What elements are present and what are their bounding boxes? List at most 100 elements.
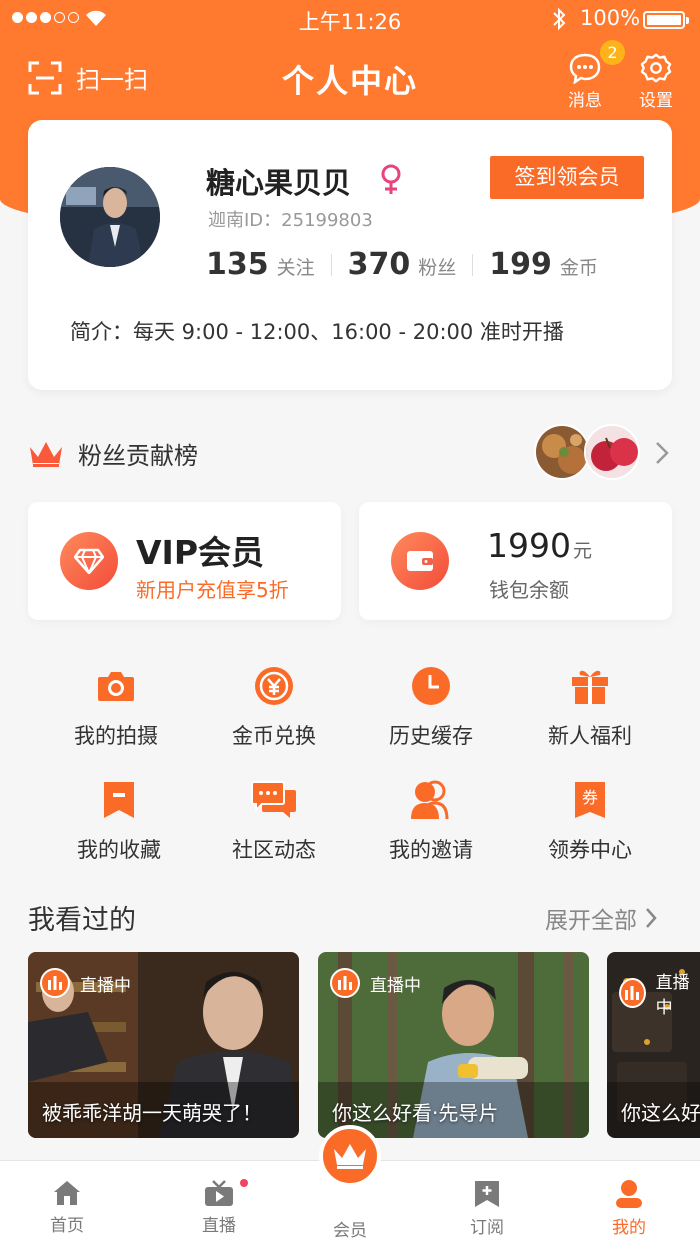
live-status-tag: 直播中: [619, 968, 700, 1018]
grid-item-my-shoot[interactable]: 我的拍摄: [41, 664, 191, 750]
wallet-amount-unit: 元: [572, 540, 592, 562]
fans-count: 370: [347, 247, 411, 282]
live-status-label: 直播中: [655, 973, 690, 1018]
tab-member-label: 会员: [333, 1221, 367, 1241]
vip-card[interactable]: VIP会员 新用户充值享5折: [28, 502, 341, 620]
avatar[interactable]: [60, 167, 160, 267]
video-caption: 你这么好看: [621, 1101, 700, 1125]
female-icon: [381, 164, 401, 194]
history-card[interactable]: 直播中 你这么好看: [607, 952, 700, 1138]
video-caption: 被乖乖洋胡一天萌哭了！: [42, 1101, 262, 1125]
grid-item-coupon-center[interactable]: 券 领券中心: [515, 778, 665, 864]
settings-label: 设置: [639, 91, 673, 111]
settings-button[interactable]: 设置: [628, 52, 684, 111]
diamond-icon: [60, 532, 118, 590]
grid-label: 历史缓存: [389, 724, 473, 748]
checkin-button[interactable]: 签到领会员: [490, 156, 644, 199]
expand-all-label: 展开全部: [545, 908, 637, 934]
coins-count: 199: [489, 247, 552, 282]
grid-label: 金币兑换: [232, 724, 316, 748]
gift-icon: [572, 670, 608, 704]
user-name: 糖心果贝贝: [206, 166, 352, 200]
invite-icon: [411, 780, 449, 820]
history-card[interactable]: 直播中 被乖乖洋胡一天萌哭了！: [28, 952, 299, 1138]
vip-title: VIP会员: [136, 533, 265, 572]
live-bars-icon: [330, 968, 360, 998]
grid-item-coin-exchange[interactable]: 金币兑换: [199, 664, 349, 750]
grid-label: 新人福利: [548, 724, 632, 748]
crown-icon: [334, 1144, 366, 1169]
tab-live[interactable]: 直播: [174, 1179, 264, 1236]
live-bars-icon: [619, 978, 646, 1008]
live-status-label: 直播中: [370, 975, 421, 996]
gear-icon: [640, 53, 672, 83]
home-icon: [54, 1181, 80, 1205]
following-stat[interactable]: 135 关注: [206, 247, 315, 282]
grid-label: 我的拍摄: [74, 724, 158, 748]
grid-label: 我的邀请: [389, 838, 473, 862]
fans-label: 粉丝: [418, 257, 457, 279]
tv-icon: [205, 1180, 233, 1206]
tab-member[interactable]: [319, 1125, 381, 1187]
message-count-badge: 2: [600, 40, 625, 65]
fan-avatar: [584, 424, 640, 480]
following-label: 关注: [276, 257, 315, 279]
grid-label: 领券中心: [548, 838, 632, 862]
user-id: 迦南ID：25199803: [208, 210, 373, 231]
crown-icon: [30, 441, 62, 467]
coins-label: 金币: [559, 257, 598, 279]
live-status-label: 直播中: [80, 975, 131, 996]
tab-label: 我的: [612, 1218, 646, 1238]
grid-item-community[interactable]: 社区动态: [199, 778, 349, 864]
bluetooth-icon: [553, 7, 566, 31]
live-status-tag: 直播中: [40, 968, 131, 998]
user-stats: 135 关注 370 粉丝 199 金币: [206, 247, 598, 282]
messages-label: 消息: [568, 91, 602, 111]
vip-subtitle: 新用户充值享5折: [136, 578, 289, 602]
coin-exchange-icon: [255, 667, 293, 705]
following-count: 135: [206, 247, 269, 282]
svg-text:券: 券: [582, 788, 598, 807]
chevron-right-icon[interactable]: [655, 441, 669, 465]
grid-label: 社区动态: [232, 838, 316, 862]
camera-icon: [98, 672, 134, 701]
battery-percent: 100%: [580, 6, 641, 30]
grid-label: 我的收藏: [77, 838, 161, 862]
live-status-tag: 直播中: [330, 968, 421, 998]
fans-rank-title: 粉丝贡献榜: [78, 442, 198, 470]
tab-subscribe[interactable]: 订阅: [442, 1179, 532, 1238]
profile-card: 糖心果贝贝 签到领会员 迦南ID：25199803 135 关注 370 粉丝 …: [28, 120, 672, 390]
divider: [472, 253, 474, 276]
chevron-right-icon: [646, 908, 657, 928]
fan-avatar: [534, 424, 590, 480]
fans-stat[interactable]: 370 粉丝: [348, 247, 457, 282]
tab-label: 首页: [50, 1216, 84, 1236]
divider: [330, 253, 332, 276]
status-bar: 上午11:26 100%: [0, 0, 700, 38]
bookmark-icon: [104, 782, 134, 818]
video-caption: 你这么好看·先导片: [332, 1101, 499, 1125]
history-title: 我看过的: [28, 905, 136, 936]
tab-home[interactable]: 首页: [22, 1179, 112, 1236]
user-intro: 简介：每天 9:00 - 12:00、16:00 - 20:00 准时开播: [70, 320, 564, 344]
user-icon: [616, 1180, 642, 1208]
chat-icon: [251, 781, 296, 818]
coins-stat[interactable]: 199 金币: [489, 247, 598, 282]
tab-label: 直播: [202, 1216, 236, 1236]
fans-rank-row[interactable]: 粉丝贡献榜: [28, 436, 198, 471]
expand-all-button[interactable]: 展开全部: [545, 901, 657, 935]
wallet-amount-value: 1990: [487, 526, 571, 565]
grid-item-my-favorites[interactable]: 我的收藏: [44, 778, 194, 864]
clock-icon: [412, 667, 450, 705]
wallet-icon: [391, 532, 449, 590]
coupon-icon: 券: [575, 782, 605, 818]
battery-icon: [643, 11, 689, 29]
grid-item-history-cache[interactable]: 历史缓存: [356, 664, 506, 750]
live-bars-icon: [40, 968, 70, 998]
wallet-subtitle: 钱包余额: [489, 578, 569, 602]
tab-mine[interactable]: 我的: [584, 1179, 674, 1238]
grid-item-my-invites[interactable]: 我的邀请: [356, 778, 506, 864]
grid-item-newbie-gift[interactable]: 新人福利: [515, 664, 665, 750]
wallet-card[interactable]: 1990 元 钱包余额: [359, 502, 672, 620]
history-card[interactable]: 直播中 你这么好看·先导片: [318, 952, 589, 1138]
